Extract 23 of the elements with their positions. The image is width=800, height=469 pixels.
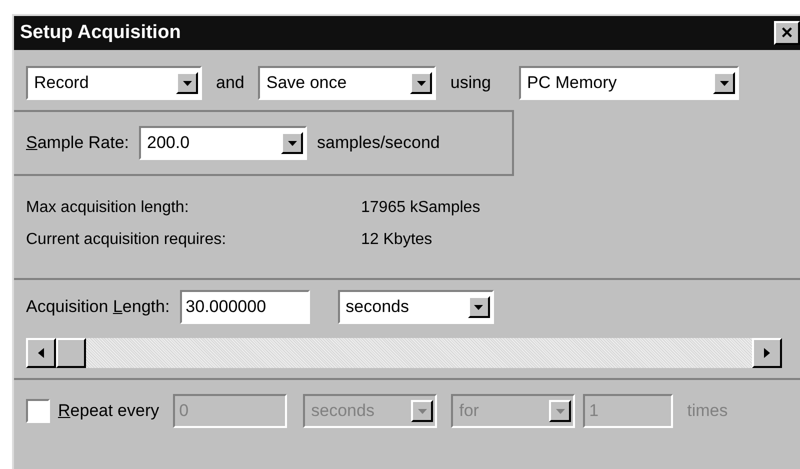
connector-label: using [449,72,492,94]
times-label: times [687,400,728,422]
info-label: Max acquisition length: [26,198,190,218]
info-value: 17965 kSamples [361,198,480,218]
info-value: 12 Kbytes [361,230,432,250]
close-button[interactable]: × [774,21,800,45]
dropdown[interactable]: seconds [338,290,494,324]
info-label: Current acquisition requires: [26,230,228,250]
dropdown[interactable]: Record [26,66,202,100]
unit-label: samples/second [317,132,440,154]
dropdown[interactable]: PC Memory [519,66,740,100]
window-title: Setup Acquisition [20,20,182,45]
scroll-right-icon[interactable] [752,338,782,368]
dropdown[interactable]: Save once [258,66,436,100]
scrollbar[interactable] [26,338,782,368]
input-field[interactable]: 30.000000 [180,290,310,324]
dropdown[interactable]: 200.0 [139,126,308,160]
scroll-left-icon[interactable] [26,338,56,368]
acquisition-length-label: Acquisition Length: [26,296,170,318]
connector-label: and [215,72,246,94]
sample-rate-label: Sample Rate: [26,132,130,154]
scroll-thumb[interactable] [56,338,86,368]
repeat-label: Repeat every [58,400,160,422]
